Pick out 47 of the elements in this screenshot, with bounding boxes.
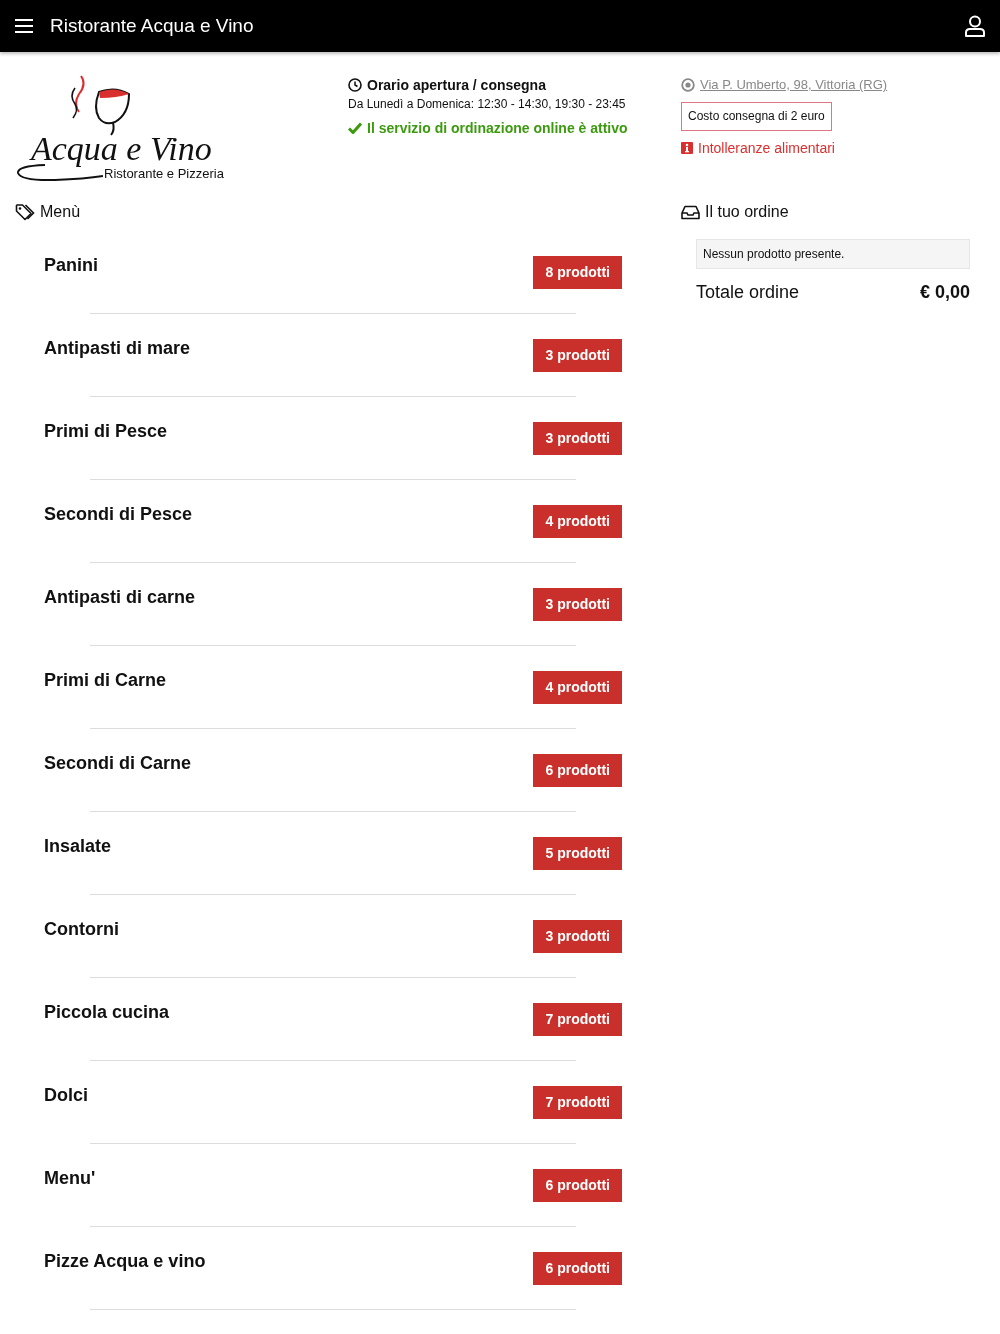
product-count-badge: 7 prodotti (533, 1086, 622, 1119)
product-count-badge: 5 prodotti (533, 837, 622, 870)
product-count-badge: 4 prodotti (533, 505, 622, 538)
category-link[interactable]: Menu' (44, 1169, 96, 1187)
order-total-value: € 0,00 (919, 282, 970, 302)
category-link[interactable]: Dolci (44, 1086, 88, 1104)
product-count-badge: 7 prodotti (533, 1003, 622, 1036)
location-target-icon (681, 78, 695, 92)
category-link[interactable]: Primi di Pesce (44, 422, 168, 440)
category-link[interactable]: Antipasti di carne (44, 588, 196, 606)
ordering-status-text: Il servizio di ordinazione online è attivo (367, 119, 628, 137)
product-count-badge: 3 prodotti (533, 422, 622, 455)
category-link[interactable]: Secondi di Pesce (44, 505, 193, 523)
restaurant-title: Ristorante Acqua e Vino (50, 15, 254, 37)
order-section-title: Il tuo ordine (705, 202, 789, 222)
product-count-badge: 6 prodotti (533, 1169, 622, 1202)
user-account-icon[interactable] (965, 15, 985, 37)
product-count-badge: 6 prodotti (533, 754, 622, 787)
product-count-badge: 3 prodotti (533, 920, 622, 953)
category-link[interactable]: Contorni (44, 920, 119, 938)
category-link[interactable]: Panini (44, 256, 98, 274)
address-link[interactable]: Via P. Umberto, 98, Vittoria (RG) (700, 76, 888, 94)
order-total-label: Totale ordine (696, 282, 800, 302)
product-count-badge: 3 prodotti (533, 339, 622, 372)
category-link[interactable]: Pizze Acqua e vino (44, 1252, 206, 1270)
info-icon (681, 142, 693, 154)
category-link[interactable]: Primi di Carne (44, 671, 167, 689)
tag-icon (15, 203, 35, 221)
hours-title: Orario apertura / consegna (367, 76, 546, 94)
inbox-tray-icon (681, 204, 700, 220)
product-count-badge: 6 prodotti (533, 1252, 622, 1285)
category-link[interactable]: Piccola cucina (44, 1003, 170, 1021)
category-link[interactable]: Secondi di Carne (44, 754, 192, 772)
empty-order-message: Nessun prodotto presente. (696, 239, 970, 269)
product-count-badge: 8 prodotti (533, 256, 622, 289)
product-count-badge: 4 prodotti (533, 671, 622, 704)
menu-icon[interactable] (15, 18, 33, 34)
delivery-fee-notice: Costo consegna di 2 euro (681, 102, 832, 131)
allergens-link[interactable]: Intolleranze alimentari (698, 139, 835, 157)
opening-hours-text: Da Lunedì a Domenica: 12:30 - 14:30, 19:30 - 23:45 (348, 96, 627, 112)
clock-icon (348, 78, 362, 92)
category-link[interactable]: Insalate (44, 837, 112, 855)
product-count-badge: 3 prodotti (533, 588, 622, 621)
menu-section-title: Menù (40, 202, 81, 222)
category-link[interactable]: Antipasti di mare (44, 339, 191, 357)
logo-wordmark: Acqua e Vino (31, 132, 212, 166)
logo-tagline: Ristorante e Pizzeria (104, 166, 224, 182)
